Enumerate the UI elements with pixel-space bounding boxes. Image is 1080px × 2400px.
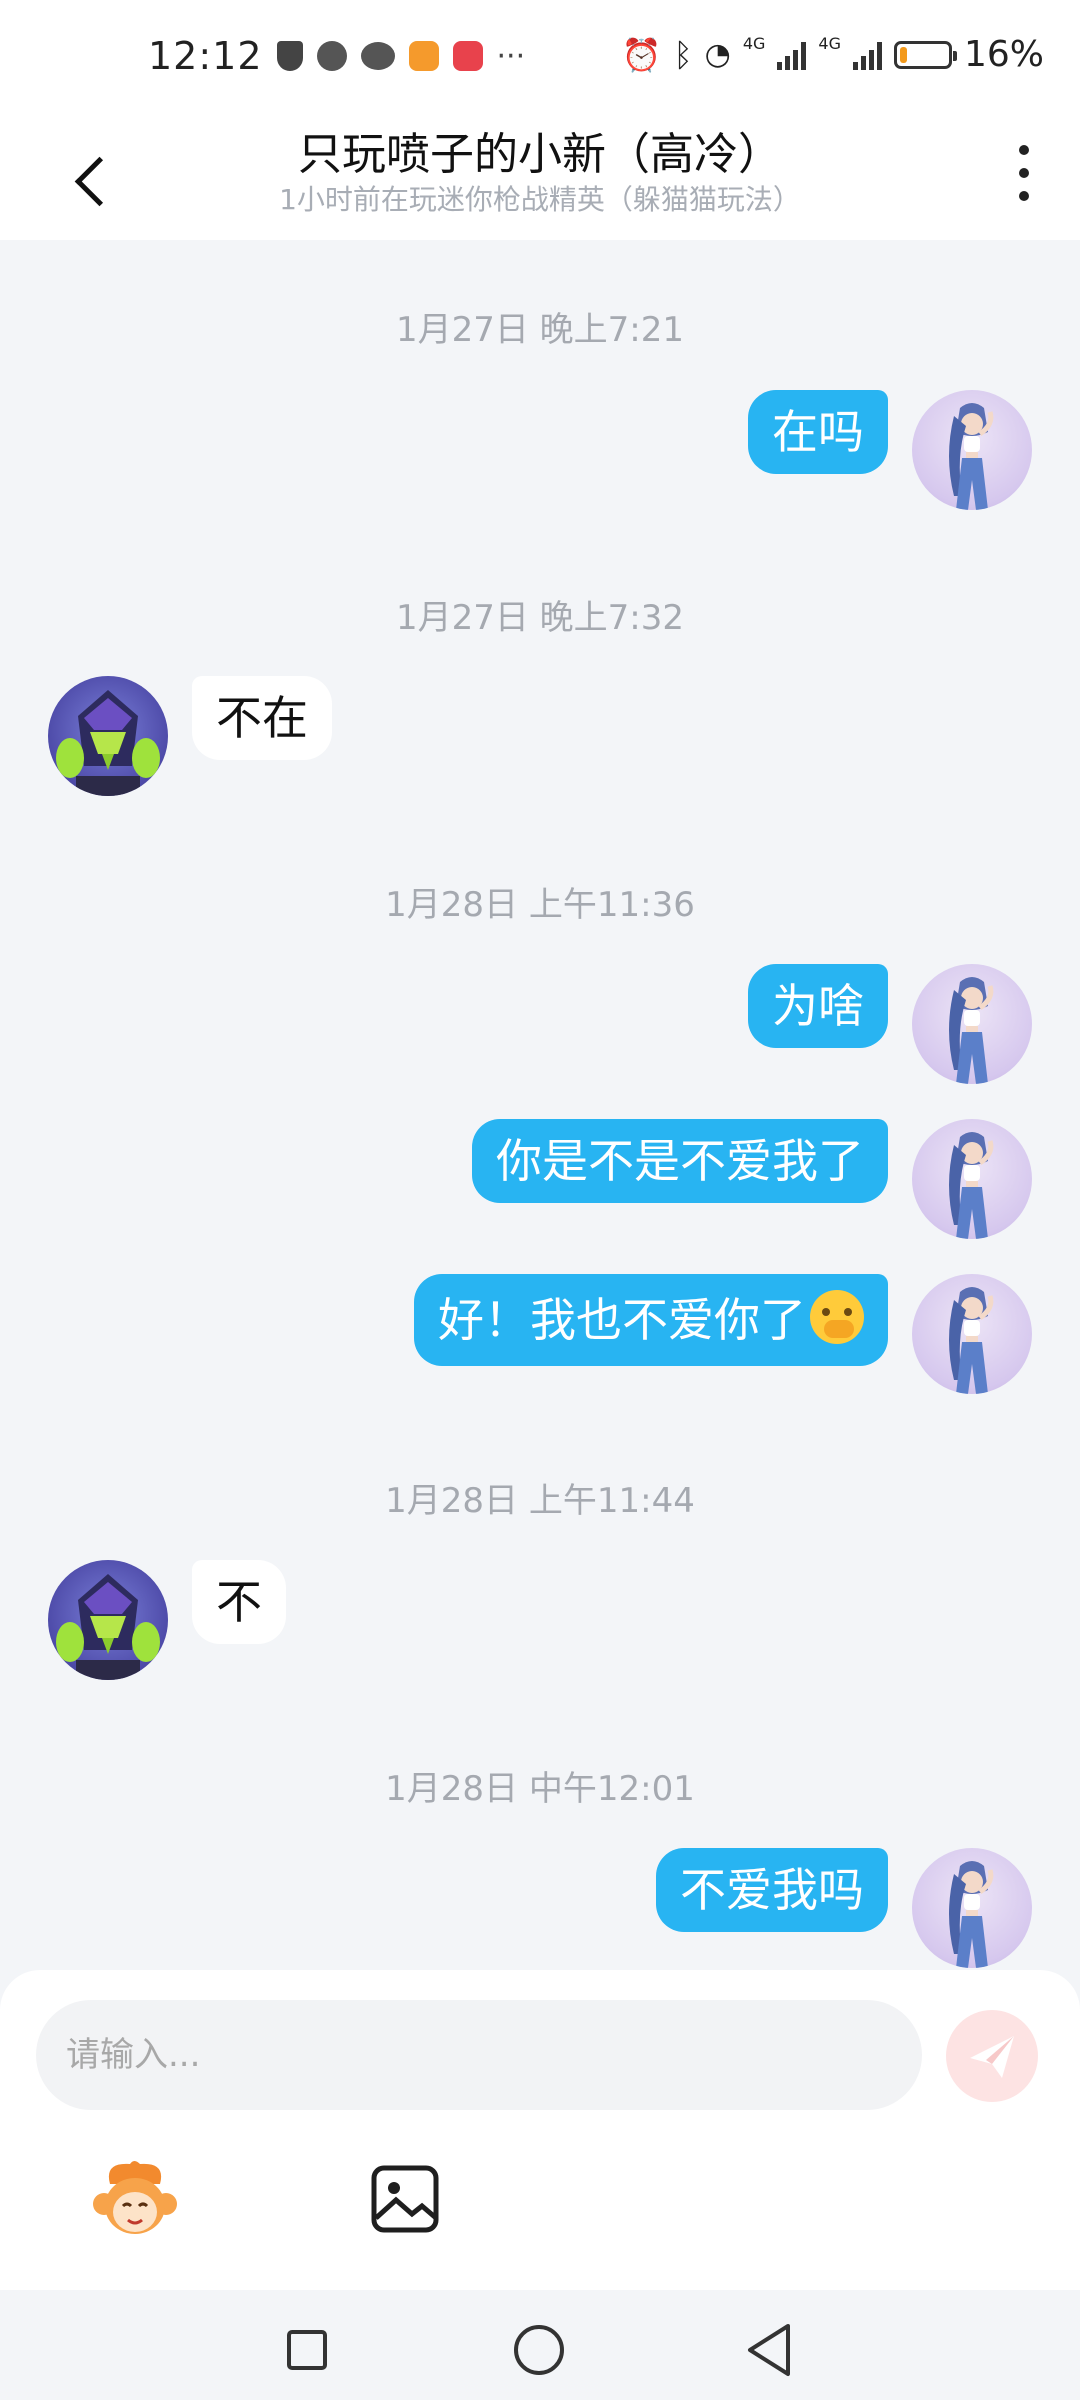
monkey-face-icon	[93, 2161, 177, 2234]
timestamp: 1月27日 晚上7:32	[395, 598, 685, 638]
paper-plane-icon	[970, 2036, 1014, 2078]
battery-percent: 16%	[963, 34, 1044, 75]
battery-icon	[893, 40, 957, 69]
message-bubble-sent[interactable]: 好！我也不爱你了	[414, 1274, 888, 1366]
soundwave-icon	[316, 41, 347, 71]
message-list[interactable]: 1月27日 晚上7:21 在吗 1月27日 晚上7:32 不在 1月28日 上午…	[0, 240, 1080, 1970]
message-bubble-received[interactable]: 不在	[192, 676, 332, 760]
video-app-icon	[408, 41, 439, 71]
network-label-1: 4G	[742, 34, 766, 53]
contact-avatar[interactable]	[48, 1560, 168, 1680]
home-button[interactable]	[514, 2325, 564, 2375]
back-triangle-icon[interactable]	[744, 2322, 794, 2378]
girl-avatar-icon	[949, 403, 994, 510]
contact-status: 1小时前在玩迷你枪战精英（躲猫猫玩法）	[279, 183, 801, 216]
status-bar: 12:12 ··· ⏰ ᛒ ◔ 4G 4G 16%	[0, 0, 1080, 110]
wifi-icon: ◔	[704, 37, 731, 72]
signal-icon	[777, 40, 807, 70]
girl-avatar-icon	[949, 977, 994, 1084]
hand-over-mouth-emoji	[810, 1290, 864, 1344]
more-notifications-icon: ···	[496, 38, 526, 74]
status-time: 12:12	[148, 34, 263, 78]
robot-helmet-avatar-icon	[56, 1574, 160, 1680]
message-bubble-sent[interactable]: 在吗	[748, 390, 888, 474]
message-bubble-sent[interactable]: 为啥	[748, 964, 888, 1048]
message-bubble-sent[interactable]: 你是不是不爱我了	[472, 1119, 888, 1203]
message-text: 好！我也不爱你了	[438, 1293, 806, 1347]
alarm-icon: ⏰	[621, 35, 662, 74]
bluetooth-icon: ᛒ	[673, 35, 693, 74]
my-avatar[interactable]	[912, 1119, 1032, 1239]
emoji-button[interactable]	[90, 2154, 180, 2244]
robot-helmet-avatar-icon	[56, 690, 160, 796]
my-avatar[interactable]	[912, 1848, 1032, 1968]
contact-name: 只玩喷子的小新（高冷）	[298, 129, 782, 180]
message-bubble-sent[interactable]: 不爱我吗	[656, 1848, 888, 1932]
recents-button[interactable]	[287, 2330, 327, 2370]
shield-icon	[276, 41, 303, 71]
timestamp: 1月28日 中午12:01	[385, 1769, 695, 1809]
image-button[interactable]	[360, 2154, 450, 2244]
contact-avatar[interactable]	[48, 676, 168, 796]
signal-icon	[852, 40, 882, 70]
timestamp: 1月28日 上午11:36	[385, 885, 695, 925]
my-avatar[interactable]	[912, 1274, 1032, 1394]
more-vertical-icon	[1019, 144, 1029, 155]
timestamp: 1月28日 上午11:44	[385, 1481, 695, 1521]
wechat-icon	[360, 42, 395, 70]
more-options-button[interactable]	[1004, 138, 1044, 208]
image-icon	[371, 2165, 439, 2233]
huawei-store-icon	[452, 41, 483, 71]
girl-avatar-icon	[949, 1861, 994, 1968]
chat-header: 只玩喷子的小新（高冷） 1小时前在玩迷你枪战精英（躲猫猫玩法）	[0, 110, 1080, 240]
girl-avatar-icon	[949, 1287, 994, 1394]
message-input[interactable]	[36, 2000, 922, 2110]
message-composer	[0, 1970, 1080, 2290]
timestamp: 1月27日 晚上7:21	[395, 310, 685, 350]
my-avatar[interactable]	[912, 964, 1032, 1084]
system-nav-bar	[0, 2290, 1080, 2400]
network-label-2: 4G	[818, 34, 841, 53]
send-button[interactable]	[946, 2010, 1038, 2102]
girl-avatar-icon	[949, 1132, 994, 1239]
message-bubble-received[interactable]: 不	[192, 1560, 286, 1644]
my-avatar[interactable]	[912, 390, 1032, 510]
